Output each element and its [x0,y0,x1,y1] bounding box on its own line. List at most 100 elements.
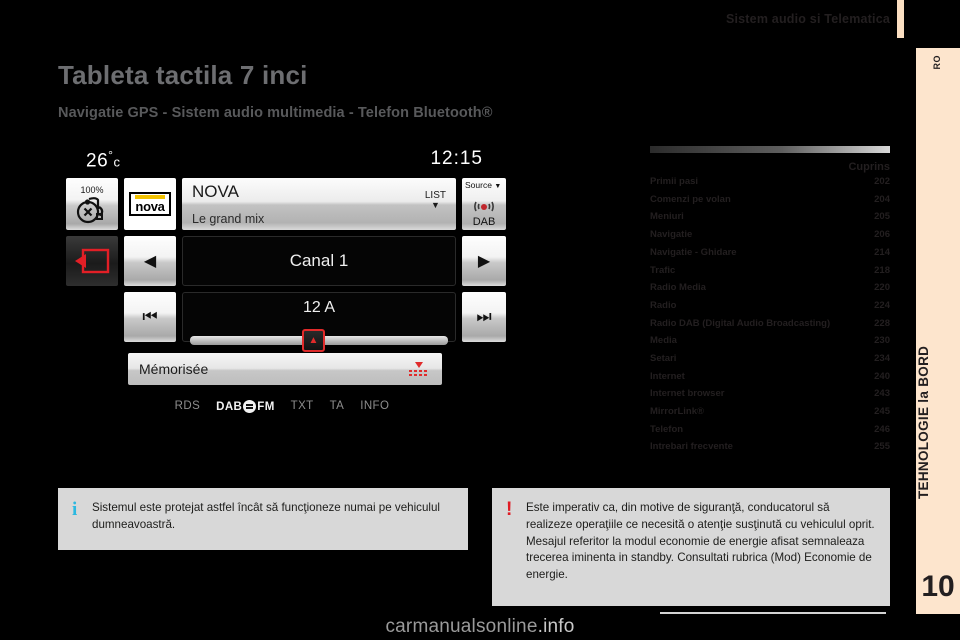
toc-label: Radio Media [650,282,706,294]
back-button[interactable] [66,236,118,286]
tag-dab-label: DAB [216,400,243,413]
toc-label: Intrebari frecvente [650,441,733,453]
toc-label: Internet [650,370,685,382]
rewind-button[interactable]: ⏮ [124,292,176,342]
source-button[interactable]: Source ▼ DAB [462,178,506,230]
station-info-panel[interactable]: NOVA Le grand mix LIST ▼ [182,178,456,230]
toc-page: 243 [874,388,890,400]
header-title: Sistem audio si Telematica [725,12,890,26]
toc-label: Meniuri [650,211,684,223]
watermark: carmanualsonline .info [0,614,960,640]
toc-page: 246 [874,423,890,435]
toc-label: MirrorLink® [650,406,704,418]
toc-page: 214 [874,246,890,258]
table-of-contents: Cuprins Primii pasi 202 Comenzi pe volan… [650,146,890,456]
toc-page: 240 [874,370,890,382]
memorised-bar[interactable]: Mémorisée [128,353,442,385]
info-note: i Sistemul este protejat astfel încât să… [58,488,468,550]
previous-button[interactable]: ◀ [124,236,176,286]
station-subtitle: Le grand mix [192,212,265,226]
chapter-sidebar: TEHNOLOGIE la BORD 10 [916,48,960,618]
toc-row[interactable]: Media 230 [650,332,890,350]
info-note-text: Sistemul este protejat astfel încât să f… [92,500,454,538]
warning-note-text: Este imperativ ca, din motive de siguran… [526,500,876,594]
toc-row[interactable]: Comenzi pe volan 204 [650,191,890,209]
toc-row[interactable]: Intrebari frecvente 255 [650,438,890,456]
volume-percent-label: 100% [80,184,104,195]
info-note-paragraph: Sistemul este protejat astfel încât să f… [92,501,441,531]
source-label-text: Source [465,180,492,190]
toc-page: 230 [874,335,890,347]
toc-label: Radio [650,299,677,311]
toc-row[interactable]: Radio 224 [650,297,890,315]
toc-page: 206 [874,229,890,241]
toc-page: 228 [874,317,890,329]
source-value: DAB [472,216,496,228]
up-arrow-icon: ▲ [308,334,319,346]
toc-page: 205 [874,211,890,223]
toc-page: 202 [874,176,890,188]
toc-row[interactable]: Radio DAB (Digital Audio Broadcasting) 2… [650,315,890,333]
toc-label: Navigatie - Ghidare [650,246,737,258]
toc-row[interactable]: Internet browser 243 [650,385,890,403]
toc-label: Trafic [650,264,676,276]
toc-label: Comenzi pe volan [650,193,731,205]
skip-back-icon: ⏮ [142,307,158,326]
tag-rds[interactable]: RDS [175,400,200,413]
tag-ta[interactable]: TA [330,400,345,413]
header-accent-bar [897,0,904,38]
station-name: NOVA [192,182,239,201]
skip-forward-icon: ⏭ [476,307,492,326]
clock-display: 12:15 [430,148,483,169]
page-title: Tableta tactila 7 inci [58,60,308,90]
toc-row[interactable]: Meniuri 205 [650,208,890,226]
tag-info[interactable]: INFO [360,400,389,413]
page-header: Sistem audio si Telematica [0,0,960,38]
fast-forward-button[interactable]: ⏭ [462,292,506,342]
warning-icon: ! [506,499,513,520]
next-button[interactable]: ▶ [462,236,506,286]
tag-fm-label: FM [257,400,275,413]
toc-page: 220 [874,282,890,294]
slider-handle[interactable]: ▲ [302,329,325,352]
toc-row[interactable]: Trafic 218 [650,261,890,279]
toc-label: Radio DAB (Digital Audio Broadcasting) [650,317,831,329]
toc-page: 224 [874,299,890,311]
toc-row[interactable]: MirrorLink® 245 [650,403,890,421]
toc-page: 245 [874,406,890,418]
toc-label: Navigatie [650,229,693,241]
chevron-down-icon: ▼ [430,200,440,210]
toc-page: 204 [874,193,890,205]
station-logo-button[interactable]: nova [124,178,176,230]
toc-row[interactable]: Primii pasi 202 [650,173,890,191]
mute-icon [76,196,104,225]
toc-row[interactable]: Navigatie - Ghidare 214 [650,244,890,262]
warning-note: ! Este imperativ ca, din motive de sigur… [492,488,890,606]
toc-row[interactable]: Radio Media 220 [650,279,890,297]
list-button[interactable]: LIST ▼ [425,190,446,210]
warning-note-paragraph-1: Este imperativ ca, din motive de siguran… [526,501,875,531]
tag-txt[interactable]: TXT [291,400,314,413]
warning-note-paragraph-2: Mesajul referitor la modul economie de e… [526,534,872,582]
toc-label: Telefon [650,423,684,435]
toc-rule [650,146,890,153]
toc-label: Internet browser [650,388,725,400]
sidebar-chapter-code: RO [932,55,942,70]
preset-slider[interactable]: ▲ [190,329,448,352]
toc-row[interactable]: Internet 240 [650,368,890,386]
toc-label: Media [650,335,677,347]
toc-page: 218 [874,264,890,276]
toc-row[interactable]: Setari 234 [650,350,890,368]
toc-row[interactable]: Telefon 246 [650,421,890,439]
toc-label: Primii pasi [650,176,699,188]
sidebar-chapter-label: TEHNOLOGIE la BORD [916,345,931,499]
radio-mode-tags: RDS DAB FM TXT TA INFO [58,400,506,413]
chevron-down-icon: ▼ [494,183,502,190]
toc-heading: Cuprins [848,161,890,173]
channel-display: Canal 1 [182,236,456,286]
mute-button[interactable]: 100% [66,178,118,230]
infotainment-screen: 26°c 12:15 100% nova NOVA Le grand mix L… [58,138,506,430]
sidebar-chapter-number: 10 [921,570,955,603]
toc-row[interactable]: Navigatie 206 [650,226,890,244]
tag-dab[interactable]: DAB FM [216,400,275,413]
